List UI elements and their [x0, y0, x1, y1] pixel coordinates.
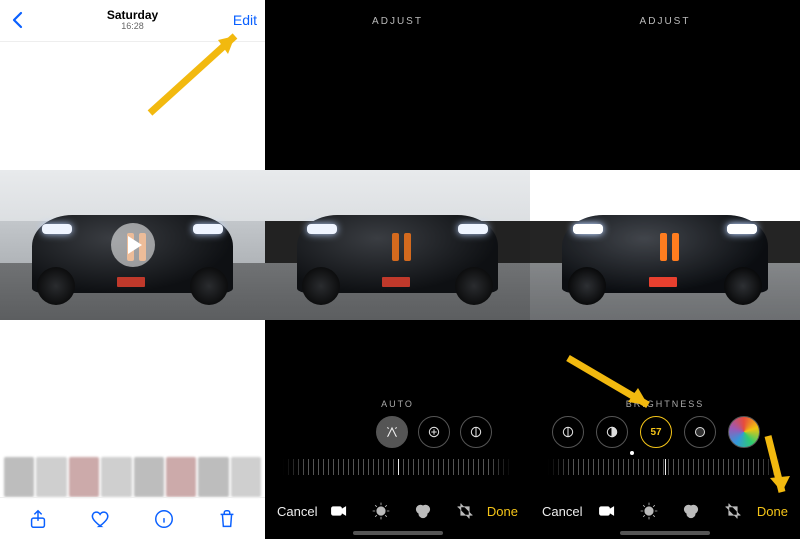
cancel-button[interactable]: Cancel: [277, 504, 317, 519]
crop-tab-icon[interactable]: [455, 501, 475, 521]
brightness-value-circle[interactable]: 57: [640, 416, 672, 448]
video-preview[interactable]: [265, 170, 530, 320]
info-icon[interactable]: [153, 508, 175, 530]
adjust-tab-icon[interactable]: [639, 501, 659, 521]
home-indicator: [353, 531, 443, 535]
video-frame: [530, 170, 800, 320]
adjust-tab-icon[interactable]: [371, 501, 391, 521]
screen-edit-brightness: ADJUST BRIGHTNESS 57 Cancel: [530, 0, 800, 539]
cancel-button[interactable]: Cancel: [542, 504, 582, 519]
saturation-wheel-icon[interactable]: [728, 416, 760, 448]
play-icon[interactable]: [111, 223, 155, 267]
exposure-icon[interactable]: [552, 416, 584, 448]
highlights-icon[interactable]: [460, 416, 492, 448]
video-preview[interactable]: [530, 170, 800, 320]
screen-edit-auto: ADJUST AUTO Cancel Done: [265, 0, 530, 539]
heart-icon[interactable]: [90, 508, 112, 530]
trash-icon[interactable]: [216, 508, 238, 530]
adjustment-name: BRIGHTNESS: [530, 399, 800, 409]
edit-header: ADJUST: [265, 0, 530, 42]
bottom-toolbar: [0, 497, 265, 539]
filters-tab-icon[interactable]: [681, 501, 701, 521]
back-chevron-icon[interactable]: [8, 10, 28, 35]
done-button[interactable]: Done: [757, 504, 788, 519]
exposure-icon[interactable]: [418, 416, 450, 448]
video-preview[interactable]: [0, 170, 265, 320]
header-title: Saturday 16:28: [107, 9, 158, 32]
adjust-slider[interactable]: [548, 459, 782, 475]
video-frame: [265, 170, 530, 320]
brightness-value: 57: [650, 427, 661, 438]
header: Saturday 16:28 Edit: [0, 0, 265, 42]
adjustment-name: AUTO: [265, 399, 530, 409]
black-point-icon[interactable]: [684, 416, 716, 448]
header-time: 16:28: [107, 22, 158, 32]
video-tab-icon[interactable]: [597, 501, 617, 521]
thumbnail-strip[interactable]: [0, 457, 265, 497]
screen-photos-viewer: Saturday 16:28 Edit: [0, 0, 265, 539]
share-icon[interactable]: [27, 508, 49, 530]
home-indicator: [620, 531, 710, 535]
video-tab-icon[interactable]: [329, 501, 349, 521]
adjustment-carousel[interactable]: [265, 413, 530, 451]
filters-tab-icon[interactable]: [413, 501, 433, 521]
adjustment-carousel[interactable]: 57: [530, 413, 800, 451]
auto-adjust-icon[interactable]: [376, 416, 408, 448]
edit-button[interactable]: Edit: [233, 12, 257, 28]
highlights-icon[interactable]: [596, 416, 628, 448]
done-button[interactable]: Done: [487, 504, 518, 519]
adjust-slider[interactable]: [283, 459, 512, 475]
crop-tab-icon[interactable]: [723, 501, 743, 521]
edit-header: ADJUST: [530, 0, 800, 42]
